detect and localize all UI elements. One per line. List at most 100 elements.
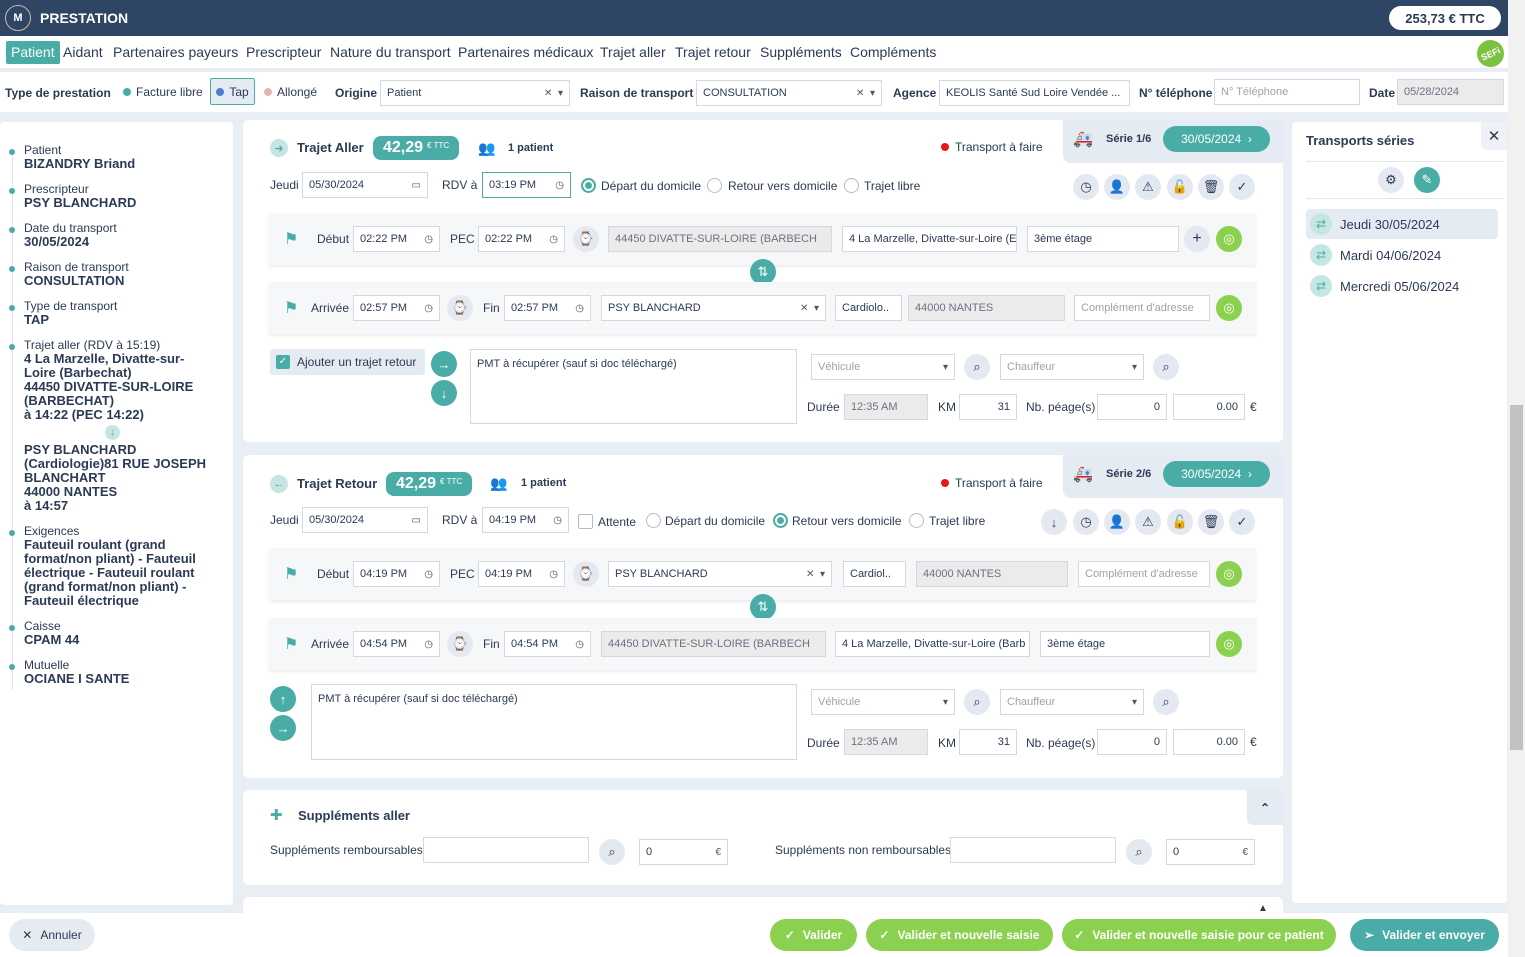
date-input[interactable]: 05/30/2024 ▭: [302, 172, 428, 198]
arrivee-partner-select[interactable]: PSY BLANCHARD ✕ ▾: [601, 295, 826, 321]
chauffeur-select[interactable]: Chauffeur ▾: [1000, 689, 1144, 715]
peage-count-input[interactable]: 0: [1097, 729, 1167, 755]
watch-icon[interactable]: ⌚: [573, 226, 599, 252]
radio-trajet-libre[interactable]: [844, 178, 859, 193]
depart-complement-input[interactable]: Complément d'adresse: [1078, 561, 1210, 587]
arrow-right-icon[interactable]: →: [270, 715, 296, 741]
user-settings-icon[interactable]: 👤: [1104, 174, 1130, 200]
date-input[interactable]: 05/28/2024: [1397, 79, 1504, 105]
pencil-icon[interactable]: ✎: [1414, 167, 1440, 193]
watch-icon[interactable]: ⌚: [447, 295, 473, 321]
trash-icon[interactable]: 🗑: [1198, 509, 1224, 535]
scrollbar-thumb[interactable]: [1510, 405, 1523, 750]
pec-time-input[interactable]: 04:19 PM ◷: [478, 561, 565, 587]
attente-checkbox[interactable]: [578, 514, 593, 529]
watch-icon[interactable]: ⌚: [447, 631, 473, 657]
locate-icon[interactable]: ◎: [1216, 561, 1242, 587]
note-textarea[interactable]: PMT à récupérer (sauf si doc téléchargé): [470, 349, 797, 424]
user-settings-icon[interactable]: 👤: [1104, 509, 1130, 535]
origine-select[interactable]: Patient ✕ ▾: [380, 80, 570, 106]
valider-nouvelle-saisie-patient-button[interactable]: ✓ Valider et nouvelle saisie pour ce pati…: [1062, 919, 1336, 951]
plus-icon[interactable]: +: [1184, 226, 1210, 252]
depart-partner-select[interactable]: PSY BLANCHARD ✕ ▾: [608, 561, 832, 587]
serie-date-button[interactable]: 30/05/2024 ›: [1163, 126, 1270, 152]
locate-icon[interactable]: ◎: [1216, 226, 1242, 252]
telephone-input[interactable]: N° Téléphone: [1214, 79, 1360, 105]
peage-count-input[interactable]: 0: [1097, 394, 1167, 420]
pec-time-input[interactable]: 02:22 PM ◷: [478, 226, 565, 252]
valider-button[interactable]: ✓ Valider: [770, 919, 857, 951]
tab-partenaires-payeurs[interactable]: Partenaires payeurs: [108, 41, 243, 64]
specialty-select[interactable]: Cardiol..: [843, 561, 906, 587]
debut-time-input[interactable]: 02:22 PM ◷: [353, 226, 440, 252]
search-icon[interactable]: ⌕: [599, 839, 625, 865]
tab-partenaires-medicaux[interactable]: Partenaires médicaux: [453, 41, 598, 64]
debut-time-input[interactable]: 04:19 PM ◷: [353, 561, 440, 587]
series-item[interactable]: ⇄ Mardi 04/06/2024: [1306, 240, 1498, 270]
series-item[interactable]: ⇄ Jeudi 30/05/2024: [1306, 209, 1498, 239]
vehicule-select[interactable]: Véhicule ▾: [811, 689, 955, 715]
tab-supplements[interactable]: Suppléments: [755, 41, 847, 64]
km-input[interactable]: 31: [959, 394, 1017, 420]
note-textarea[interactable]: PMT à récupérer (sauf si doc téléchargé): [311, 684, 797, 760]
supplements-remb-input[interactable]: [423, 837, 589, 863]
unlock-icon[interactable]: 🔓: [1167, 174, 1193, 200]
search-icon[interactable]: ⌕: [964, 689, 990, 715]
watch-icon[interactable]: ⌚: [573, 561, 599, 587]
cancel-button[interactable]: ✕ Annuler: [9, 919, 95, 951]
series-item[interactable]: ⇄ Mercredi 05/06/2024: [1306, 271, 1498, 301]
locate-icon[interactable]: ◎: [1216, 631, 1242, 657]
check-icon[interactable]: ✓: [1229, 509, 1255, 535]
fin-time-input[interactable]: 02:57 PM ◷: [504, 295, 591, 321]
arrow-right-icon[interactable]: →: [431, 351, 457, 377]
peage-amount-input[interactable]: 0.00: [1173, 729, 1245, 755]
radio-retour-domicile[interactable]: [773, 513, 788, 528]
agence-select[interactable]: KEOLIS Santé Sud Loire Vendée ...: [939, 80, 1130, 106]
depart-address-select[interactable]: 44450 DIVATTE-SUR-LOIRE (BARBECH: [608, 226, 832, 252]
type-tap[interactable]: Tap: [210, 78, 255, 105]
rdv-time-input[interactable]: 03:19 PM ◷: [482, 172, 571, 198]
check-icon[interactable]: ✓: [1229, 174, 1255, 200]
supplements-nonremb-amount[interactable]: 0 €: [1166, 839, 1255, 865]
tab-patient[interactable]: Patient: [6, 41, 60, 64]
swap-icon[interactable]: ⇅: [750, 594, 776, 620]
radio-trajet-libre[interactable]: [909, 513, 924, 528]
radio-retour-domicile[interactable]: [707, 178, 722, 193]
warning-icon[interactable]: ⚠: [1135, 509, 1161, 535]
specialty-select[interactable]: Cardiolo..: [835, 295, 902, 321]
unlock-icon[interactable]: 🔓: [1167, 509, 1193, 535]
radio-depart-domicile[interactable]: [581, 178, 596, 193]
clock-icon[interactable]: ◷: [1073, 174, 1099, 200]
close-icon[interactable]: ✕: [1481, 122, 1507, 150]
arrivee-complement-input[interactable]: 3ème étage: [1040, 631, 1210, 657]
ajouter-retour-checkbox[interactable]: ✓ Ajouter un trajet retour: [270, 349, 425, 375]
arrivee-time-input[interactable]: 04:54 PM ◷: [353, 631, 440, 657]
vehicule-select[interactable]: Véhicule ▾: [811, 354, 955, 380]
type-facture-libre[interactable]: Facture libre: [123, 85, 203, 99]
arrivee-time-input[interactable]: 02:57 PM ◷: [353, 295, 440, 321]
valider-nouvelle-saisie-button[interactable]: ✓ Valider et nouvelle saisie: [866, 919, 1053, 951]
arrow-down-icon[interactable]: ↓: [431, 380, 457, 406]
arrivee-address-input[interactable]: 4 La Marzelle, Divatte-sur-Loire (Barb: [835, 631, 1030, 657]
search-icon[interactable]: ⌕: [1153, 689, 1179, 715]
chauffeur-select[interactable]: Chauffeur ▾: [1000, 354, 1144, 380]
tab-complements[interactable]: Compléments: [845, 41, 941, 64]
depart-address-input[interactable]: 4 La Marzelle, Divatte-sur-Loire (E: [842, 226, 1017, 252]
tab-nature-transport[interactable]: Nature du transport: [325, 41, 456, 64]
supplements-nonremb-input[interactable]: [950, 837, 1116, 863]
tab-trajet-retour[interactable]: Trajet retour: [670, 41, 756, 64]
arrivee-complement-input[interactable]: Complément d'adresse: [1074, 295, 1210, 321]
warning-icon[interactable]: ⚠: [1135, 174, 1161, 200]
trash-icon[interactable]: 🗑: [1198, 174, 1224, 200]
raison-select[interactable]: CONSULTATION ✕ ▾: [696, 80, 882, 106]
type-allonge[interactable]: Allongé: [264, 85, 317, 99]
km-input[interactable]: 31: [959, 729, 1017, 755]
gear-icon[interactable]: ⚙: [1378, 167, 1404, 193]
valider-envoyer-button[interactable]: ➢ Valider et envoyer: [1350, 919, 1499, 951]
supplements-remb-amount[interactable]: 0 €: [639, 839, 728, 865]
depart-complement-input[interactable]: 3ème étage: [1027, 226, 1179, 252]
clock-icon[interactable]: ◷: [1073, 509, 1099, 535]
tab-trajet-aller[interactable]: Trajet aller: [595, 41, 671, 64]
tab-aidant[interactable]: Aidant: [58, 41, 108, 64]
search-icon[interactable]: ⌕: [964, 354, 990, 380]
